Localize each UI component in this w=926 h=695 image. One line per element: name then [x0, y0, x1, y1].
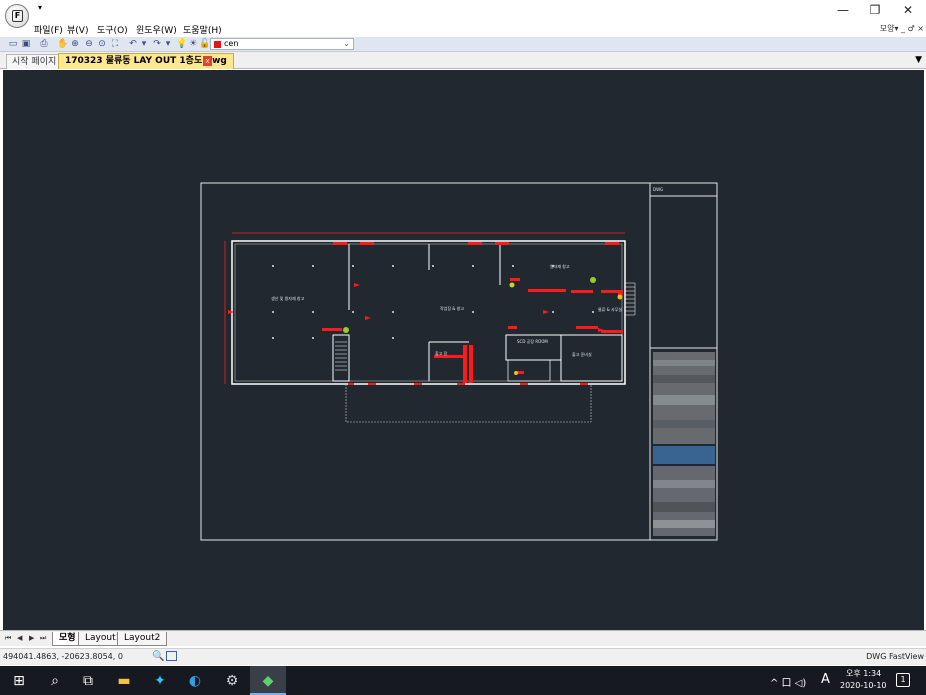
tab-list-dropdown-icon[interactable]: ▼	[915, 55, 922, 65]
save-icon[interactable]: ▣	[21, 39, 31, 49]
undo-icon[interactable]: ↶	[128, 39, 138, 49]
tab-start-page[interactable]: 시작 페이지	[6, 54, 63, 69]
task-view-icon[interactable]: ⧉	[78, 671, 98, 691]
menu-bar: 파일(F) 뷰(V) 도구(O) 윈도우(W) 도움말(H) 모양▾ _ ♂ ×	[0, 22, 926, 37]
menu-window[interactable]: 윈도우(W)	[136, 23, 177, 36]
area-label-production: 생산 및 원자재 창고	[271, 295, 305, 301]
next-layout-icon[interactable]: ▶	[29, 634, 34, 642]
area-label-office: 물류 & 사무실	[598, 306, 622, 312]
redo-dropdown-icon[interactable]: ▾	[163, 39, 173, 49]
input-method-indicator[interactable]: A	[821, 672, 830, 687]
restore-button[interactable]: ❐	[858, 0, 892, 20]
menu-tools[interactable]: 도구(O)	[97, 23, 128, 36]
system-tray-icons[interactable]: ^ 口 ◁)	[770, 674, 806, 689]
area-label-shipping: 출고 장	[435, 350, 448, 356]
undo-dropdown-icon[interactable]: ▾	[139, 39, 149, 49]
app-logo-letter: F	[12, 10, 23, 22]
app-icon-bird[interactable]: ✦	[150, 671, 170, 691]
toolbar: ▭ ▣ ⎙ ✋ ⊕ ⊖ ⊙ ⛶ ↶ ▾ ↷ ▾ 💡 ☀ 🔓 cen ⌄	[0, 37, 926, 52]
zoom-out-icon[interactable]: ⊖	[84, 39, 94, 49]
app-icon-robot[interactable]: ⚙	[222, 671, 242, 691]
zoom-extents-icon[interactable]: ⛶	[110, 39, 120, 49]
zoom-in-icon[interactable]: ⊕	[70, 39, 80, 49]
search-icon[interactable]: ⌕	[45, 671, 65, 691]
minimize-button[interactable]: —	[826, 0, 860, 20]
quick-access-dropdown-icon[interactable]: ▾	[38, 3, 42, 12]
layer-name-value: cen	[224, 39, 239, 48]
file-explorer-icon[interactable]: ▬	[114, 671, 134, 691]
document-tab-bar: 시작 페이지 170323 물류동 LAY OUT 1층도.dwg x ▼	[0, 52, 926, 69]
grid-toggle-icon[interactable]	[166, 651, 177, 661]
menu-file[interactable]: 파일(F)	[34, 23, 63, 36]
redo-icon[interactable]: ↷	[152, 39, 162, 49]
layer-freeze-icon[interactable]: ☀	[188, 39, 198, 49]
app-logo-icon[interactable]: F	[5, 4, 29, 28]
app-brand-label: DWG FastView	[866, 652, 924, 661]
chevron-down-icon: ⌄	[343, 39, 350, 48]
zoom-window-icon[interactable]: ⊙	[97, 39, 107, 49]
edge-browser-icon[interactable]: ◐	[185, 671, 205, 691]
notification-center-icon[interactable]: 1	[896, 673, 910, 687]
clock-time[interactable]: 오후 1:34	[846, 668, 881, 679]
tab-close-icon[interactable]: x	[203, 56, 212, 66]
prev-layout-icon[interactable]: ◀	[17, 634, 22, 642]
layer-select[interactable]: cen ⌄	[210, 38, 354, 50]
print-icon[interactable]: ⎙	[39, 39, 49, 49]
drawing-canvas[interactable]: DWG 생산 및 원자재 창고 작업장 & 창고 원자재 창고 물류 & 사무실…	[3, 70, 924, 630]
layer-state-icon[interactable]: 💡	[176, 39, 187, 49]
cad-drawing: DWG 생산 및 원자재 창고 작업장 & 창고 원자재 창고 물류 & 사무실…	[200, 182, 718, 541]
title-block-header: DWG	[653, 187, 663, 192]
layer-color-swatch	[214, 41, 221, 48]
layout-tab-bar: ⏮ ◀ ▶ ⏭ 모형 Layout1 Layout2	[0, 630, 926, 646]
area-label-raw-material: 원자재 창고	[550, 263, 570, 269]
snap-magnifier-icon[interactable]: 🔍	[152, 651, 164, 662]
last-layout-icon[interactable]: ⏭	[40, 634, 46, 643]
status-bar: 494041.4863, -20623.8054, 0 🔍 DWG FastVi…	[0, 648, 926, 665]
title-block-blurred	[653, 352, 715, 536]
menu-view[interactable]: 뷰(V)	[67, 23, 88, 36]
tab-layout2[interactable]: Layout2	[117, 632, 168, 646]
sheet-border	[200, 182, 718, 541]
first-layout-icon[interactable]: ⏮	[5, 634, 11, 643]
windows-start-icon[interactable]: ⊞	[9, 671, 29, 691]
pan-icon[interactable]: ✋	[57, 39, 68, 49]
open-icon[interactable]: ▭	[8, 39, 18, 49]
menu-help[interactable]: 도움말(H)	[183, 23, 222, 36]
dwg-fastview-taskbar-icon: ◆	[262, 673, 274, 689]
close-button[interactable]: ✕	[891, 0, 925, 20]
windows-taskbar: ⊞ ⌕ ⧉ ▬ ✦ ◐ ⚙ ◆ ^ 口 ◁) A 오후 1:34 2020-10…	[0, 666, 926, 695]
title-bar: ▾ — ❐ ✕	[0, 0, 926, 22]
taskbar-active-app[interactable]: ◆	[250, 666, 286, 695]
clock-date[interactable]: 2020-10-10	[840, 681, 887, 690]
layer-lock-icon[interactable]: 🔓	[199, 39, 210, 49]
area-label-center: 작업장 & 창고	[440, 305, 464, 311]
cursor-coordinates: 494041.4863, -20623.8054, 0	[3, 652, 123, 661]
area-label-prep: 출고 준비실	[572, 351, 592, 357]
appearance-menu[interactable]: 모양▾ _ ♂ ×	[880, 23, 924, 34]
area-label-scd: SCD 공장 ROOM	[517, 338, 548, 344]
